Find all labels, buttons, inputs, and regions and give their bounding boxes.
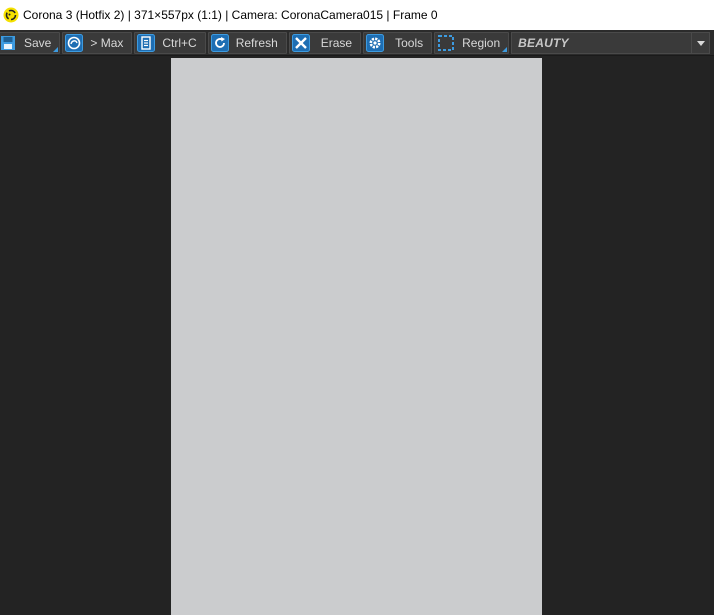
toolbar: Save > Max Ctrl+C Refresh Erase Tools Re… <box>0 30 714 56</box>
copy-label: Ctrl+C <box>162 36 197 50</box>
render-viewport[interactable] <box>0 57 714 615</box>
title-bar: Corona 3 (Hotfix 2) | 371×557px (1:1) | … <box>0 0 714 30</box>
region-label: Region <box>462 36 501 50</box>
erase-icon <box>291 33 311 53</box>
tools-button[interactable]: Tools <box>363 32 433 54</box>
refresh-button[interactable]: Refresh <box>207 32 287 54</box>
copy-button[interactable]: Ctrl+C <box>134 32 206 54</box>
save-icon <box>0 33 18 53</box>
corona-logo-icon <box>3 7 19 23</box>
refresh-icon <box>210 33 230 53</box>
tools-label: Tools <box>395 36 424 50</box>
max-icon <box>64 33 84 53</box>
render-pass-value: BEAUTY <box>518 36 569 50</box>
save-button[interactable]: Save <box>0 32 61 54</box>
gear-icon <box>365 33 385 53</box>
erase-button[interactable]: Erase <box>288 32 362 54</box>
erase-label: Erase <box>320 36 353 50</box>
max-label: > Max <box>90 36 124 50</box>
region-button[interactable]: Region <box>434 32 510 54</box>
window-title: Corona 3 (Hotfix 2) | 371×557px (1:1) | … <box>23 8 438 22</box>
copy-icon <box>136 33 156 53</box>
refresh-label: Refresh <box>235 36 278 50</box>
render-pass-select[interactable]: BEAUTY <box>511 32 710 54</box>
save-dropdown-indicator <box>53 47 59 52</box>
send-to-max-button[interactable]: > Max <box>62 32 133 54</box>
region-dropdown-indicator <box>502 47 508 52</box>
chevron-down-icon <box>696 40 705 46</box>
region-icon <box>436 33 456 53</box>
render-pass-dropdown-button[interactable] <box>691 33 709 53</box>
render-canvas[interactable] <box>171 58 542 615</box>
